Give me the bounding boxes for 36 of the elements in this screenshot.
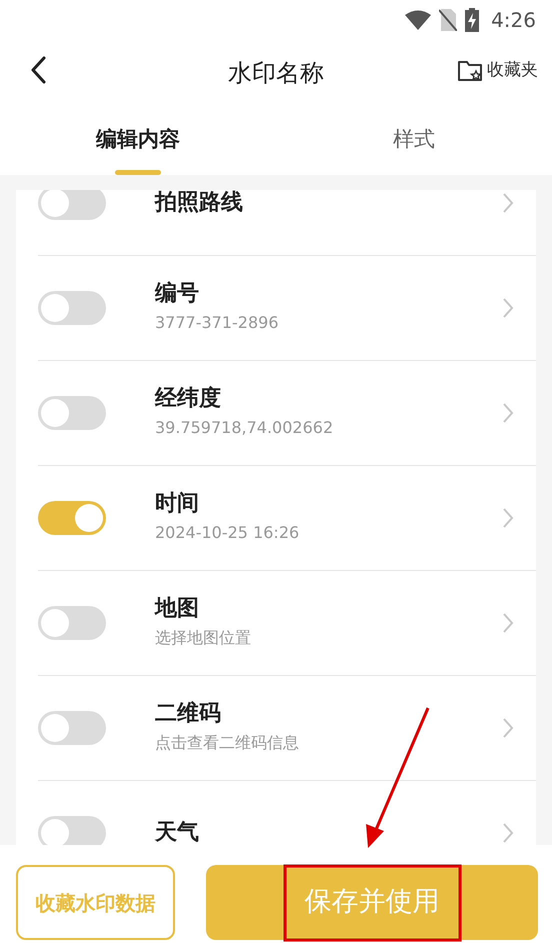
item-title: 地图 (155, 596, 200, 622)
item-title: 经纬度 (155, 386, 222, 412)
toggle-switch[interactable] (38, 711, 106, 745)
item-subtitle: 39.759718,74.002662 (155, 417, 334, 440)
item-title: 天气 (155, 820, 200, 845)
item-subtitle: 3777-371-2896 (155, 312, 280, 334)
clock-time: 4:26 (491, 7, 536, 34)
toggle-switch[interactable] (38, 396, 106, 430)
item-title: 拍照路线 (155, 190, 244, 216)
toggle-switch[interactable] (38, 606, 106, 640)
no-sim-icon (439, 9, 458, 31)
tab[interactable]: 编辑内容 (0, 105, 276, 175)
chevron-right-icon[interactable] (502, 402, 514, 424)
toggle-switch[interactable] (38, 190, 106, 220)
favorites-button[interactable]: 收藏夹 (457, 58, 538, 84)
item-subtitle: 选择地图位置 (155, 627, 252, 650)
chevron-right-icon[interactable] (502, 507, 514, 529)
folder-star-icon (457, 58, 483, 83)
item-title: 编号 (155, 280, 200, 308)
item-title: 时间 (155, 490, 200, 518)
chevron-right-icon[interactable] (502, 822, 514, 844)
page-title: 水印名称 (228, 58, 324, 88)
toggle-switch[interactable] (38, 816, 106, 845)
chevron-right-icon[interactable] (502, 612, 514, 634)
item-subtitle: 点击查看二维码信息 (155, 732, 300, 754)
chevron-right-icon[interactable] (502, 297, 514, 319)
item-title: 二维码 (155, 700, 222, 728)
tab[interactable]: 样式 (276, 105, 552, 175)
toggle-switch[interactable] (38, 501, 106, 535)
battery-charging-icon (465, 8, 480, 32)
chevron-right-icon[interactable] (502, 192, 514, 214)
back-button[interactable] (30, 56, 46, 84)
toggle-switch[interactable] (38, 291, 106, 325)
item-subtitle: 2024-10-25 16:26 (155, 522, 300, 544)
chevron-right-icon[interactable] (502, 717, 514, 739)
wifi-icon (405, 10, 432, 30)
